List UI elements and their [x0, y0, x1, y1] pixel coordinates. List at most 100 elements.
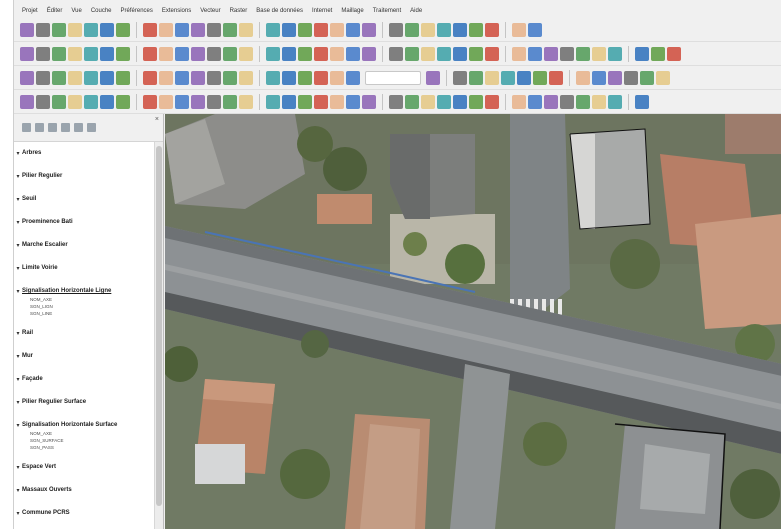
layer-item[interactable]: ▾ Signalisation Horizontale Surface NOM_AX… — [14, 420, 160, 451]
close-icon[interactable]: × — [155, 116, 159, 123]
expand-arrow-icon[interactable]: ▾ — [14, 487, 22, 494]
toolbar-combo[interactable] — [365, 70, 421, 85]
digitize-icon[interactable] — [330, 46, 344, 61]
digitize-icon[interactable] — [116, 46, 130, 61]
digitize-icon[interactable] — [651, 46, 665, 61]
snap-icon[interactable] — [84, 70, 98, 85]
plugin-icon[interactable] — [635, 94, 649, 109]
zoom-out-icon[interactable] — [282, 22, 296, 37]
layer-name[interactable]: Marche Escalier — [22, 242, 68, 248]
expand-arrow-icon[interactable]: ▾ — [14, 219, 22, 226]
add-layer-icon[interactable] — [143, 46, 157, 61]
layer-row[interactable]: ▾ Commune PCRS — [14, 508, 160, 518]
label-icon[interactable] — [453, 70, 467, 85]
label-icon[interactable] — [656, 70, 670, 85]
python-icon[interactable] — [159, 46, 173, 61]
zoom-out-icon[interactable] — [453, 22, 467, 37]
layer-item[interactable]: ▾ Limite Voirie — [14, 263, 160, 273]
grid-icon[interactable] — [266, 70, 280, 85]
layer-row[interactable]: ▾ Proeminence Bati — [14, 217, 160, 227]
grid-icon[interactable] — [100, 70, 114, 85]
home-icon[interactable] — [52, 94, 66, 109]
digitize-icon[interactable] — [20, 46, 34, 61]
grid-icon[interactable] — [640, 70, 654, 85]
layer-item[interactable]: ▾ Commune PCRS — [14, 508, 160, 518]
pan-icon[interactable] — [68, 22, 82, 37]
python-icon[interactable] — [362, 46, 376, 61]
label-icon[interactable] — [549, 70, 563, 85]
identify-icon[interactable] — [314, 22, 328, 37]
expand-arrow-icon[interactable]: ▾ — [14, 150, 22, 157]
layer-name[interactable]: Façade — [22, 376, 43, 382]
select-icon[interactable] — [362, 94, 376, 109]
grid-icon[interactable] — [592, 70, 606, 85]
grid-icon[interactable] — [52, 70, 66, 85]
snap-icon[interactable] — [191, 70, 205, 85]
measure-area-icon[interactable] — [592, 94, 606, 109]
layer-item[interactable]: ▾ Rail — [14, 328, 160, 338]
plugin-icon[interactable] — [207, 94, 221, 109]
layer-row[interactable]: ▾ Façade — [14, 374, 160, 384]
attributes-icon[interactable] — [175, 46, 189, 61]
layer-item[interactable]: ▾ Espace Vert — [14, 462, 160, 472]
layer-item[interactable]: ▾ Arbres — [14, 148, 160, 158]
add-layer-icon[interactable] — [239, 46, 253, 61]
measure-area-icon[interactable] — [389, 94, 403, 109]
add-layer-icon[interactable] — [36, 46, 50, 61]
menu-maillage[interactable]: Maillage — [341, 8, 363, 14]
select-icon[interactable] — [437, 94, 451, 109]
measure-area-icon[interactable] — [175, 94, 189, 109]
home-icon[interactable] — [469, 94, 483, 109]
identify-icon[interactable] — [143, 22, 157, 37]
select-icon[interactable] — [298, 94, 312, 109]
save-icon[interactable] — [52, 22, 66, 37]
sum-icon[interactable] — [346, 22, 360, 37]
layers-scrollbar[interactable] — [154, 142, 163, 529]
select-icon[interactable] — [576, 94, 590, 109]
menu-aide[interactable]: Aide — [410, 8, 422, 14]
home-icon[interactable] — [405, 94, 419, 109]
layer-row[interactable]: ▾ Pilier Regulier Surface — [14, 397, 160, 407]
snap-icon[interactable] — [143, 70, 157, 85]
grid-icon[interactable] — [426, 70, 440, 85]
open-styling-icon[interactable] — [22, 123, 31, 132]
attributes-icon[interactable] — [485, 46, 499, 61]
lock-icon[interactable] — [608, 46, 622, 61]
expand-arrow-icon[interactable]: ▾ — [14, 353, 22, 360]
layer-row[interactable]: ▾ Seuil — [14, 194, 160, 204]
zoom-in-icon[interactable] — [84, 22, 98, 37]
lock-icon[interactable] — [84, 46, 98, 61]
expand-arrow-icon[interactable]: ▾ — [14, 265, 22, 272]
home-icon[interactable] — [608, 94, 622, 109]
grid-icon[interactable] — [159, 70, 173, 85]
identify-icon[interactable] — [485, 22, 499, 37]
layer-item[interactable]: ▾ Massaux Ouverts — [14, 485, 160, 495]
snap-icon[interactable] — [576, 70, 590, 85]
menu-internet[interactable]: Internet — [312, 8, 332, 14]
vertex-icon[interactable] — [100, 46, 114, 61]
add-layer-icon[interactable] — [453, 46, 467, 61]
measure-icon[interactable] — [512, 22, 526, 37]
layer-name[interactable]: Pilier Regulier Surface — [22, 399, 86, 405]
layer-item[interactable]: ▾ Mur — [14, 351, 160, 361]
label-icon[interactable] — [608, 70, 622, 85]
new-project-icon[interactable] — [191, 22, 205, 37]
label-icon[interactable] — [116, 70, 130, 85]
zoom-full-icon[interactable] — [298, 22, 312, 37]
add-layer-icon[interactable] — [667, 46, 681, 61]
layer-item[interactable]: ▾ Marche Escalier — [14, 240, 160, 250]
label-icon[interactable] — [20, 70, 34, 85]
layer-row[interactable]: ▾ Mur — [14, 351, 160, 361]
home-icon[interactable] — [191, 94, 205, 109]
grid-icon[interactable] — [207, 70, 221, 85]
attributes-icon[interactable] — [68, 46, 82, 61]
measure-area-icon[interactable] — [100, 94, 114, 109]
snap-icon[interactable] — [36, 70, 50, 85]
collapse-all-icon[interactable] — [74, 123, 83, 132]
vertex-icon[interactable] — [207, 46, 221, 61]
measure-icon[interactable] — [159, 22, 173, 37]
remove-layer-icon[interactable] — [87, 123, 96, 132]
layer-item[interactable]: ▾ Pilier Regulier Surface — [14, 397, 160, 407]
add-layer-icon[interactable] — [560, 46, 574, 61]
layer-item[interactable]: ▾ Pilier Regulier — [14, 171, 160, 181]
